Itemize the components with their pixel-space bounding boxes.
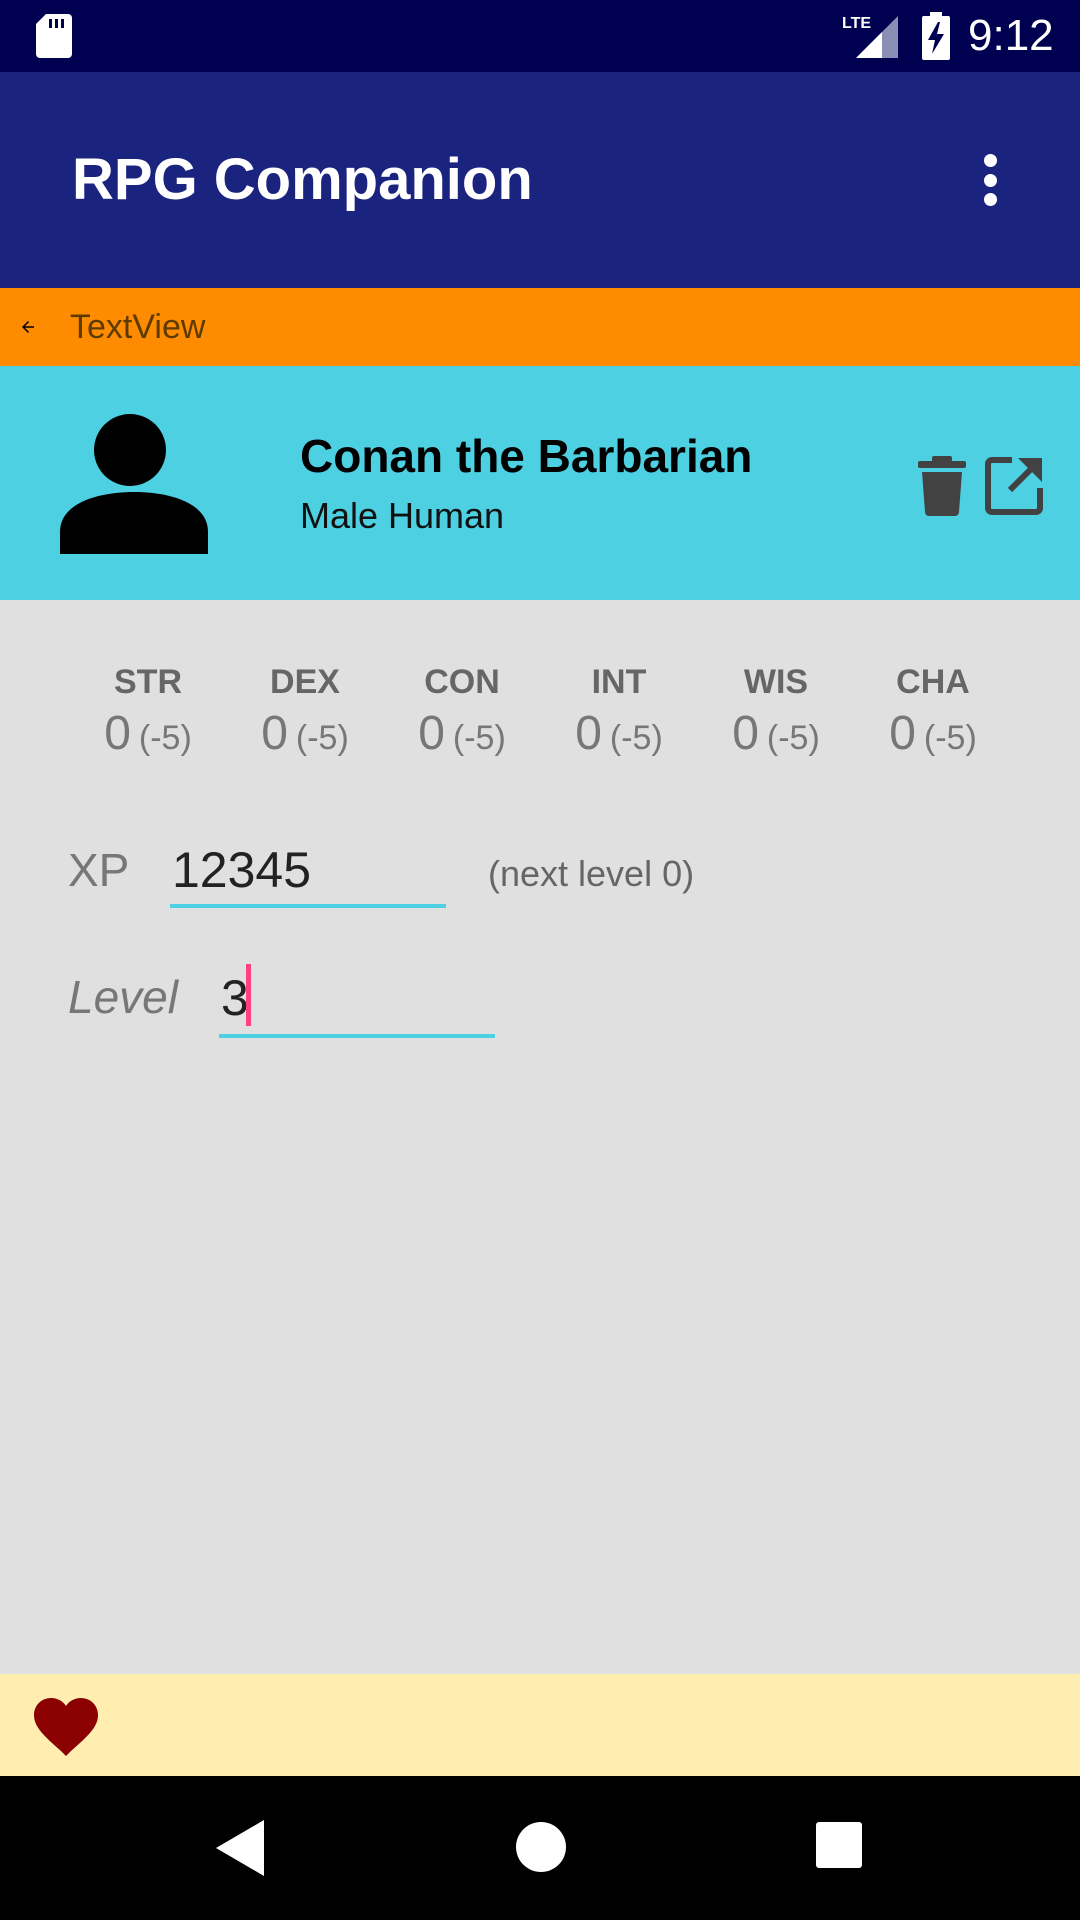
next-level-text: (next level 0) [488,853,695,894]
nav-recents-icon[interactable] [816,1822,862,1868]
stat-dex[interactable]: DEX 0 (-5) [227,660,383,764]
stat-wis[interactable]: WIS 0 (-5) [698,660,854,764]
nav-back-icon[interactable] [216,1820,264,1876]
stat-label: INT [591,663,647,701]
stat-modifier: (-5) [138,719,192,757]
text-cursor [246,964,251,1026]
stat-con[interactable]: CON 0 (-5) [384,660,540,764]
stat-modifier: (-5) [766,719,820,757]
overflow-dot [983,173,997,187]
status-bar: LTE 9:12 [0,0,1080,72]
xp-label: XP [68,844,130,896]
stat-cha[interactable]: CHA 0 (-5) [855,660,1011,764]
sub-bar: TextView [0,288,1080,366]
app-bar: RPG Companion [0,72,1080,288]
character-subtitle: Male Human [300,495,505,536]
stat-value-row: 0 (-5) [70,704,226,764]
sub-bar-text: TextView [70,308,206,346]
screen: LTE 9:12 RPG Companion TextView Conan th… [0,0,1080,1920]
character-name: Conan the Barbarian [300,430,753,482]
stat-value-row: 0 (-5) [855,704,1011,764]
stat-int[interactable]: INT 0 (-5) [541,660,697,764]
stat-value: 0 [575,707,602,760]
bottom-banner [0,1674,1080,1776]
stat-modifier: (-5) [609,719,663,757]
character-header: Conan the Barbarian Male Human [0,366,1080,600]
sd-card-icon [36,14,72,58]
stat-modifier: (-5) [923,719,977,757]
stat-label: CHA [896,663,970,701]
stat-value-row: 0 (-5) [384,704,540,764]
person-icon [60,414,208,554]
status-clock: 9:12 [968,11,1054,60]
overflow-dot [983,193,997,206]
stat-str[interactable]: STR 0 (-5) [70,660,226,764]
stat-label: CON [424,663,500,701]
stat-value: 0 [261,707,288,760]
stat-label: DEX [270,663,340,701]
stat-label: WIS [743,663,809,701]
stat-value: 0 [104,707,131,760]
stat-value-row: 0 (-5) [698,704,854,764]
stat-modifier: (-5) [295,719,349,757]
open-in-new-icon[interactable] [984,456,1044,516]
ability-stats: STR 0 (-5) DEX 0 (-5) CON 0 (-5) INT 0 (-5) … [70,660,1010,770]
arrow-back-icon[interactable] [16,315,40,339]
system-nav-bar [0,1776,1080,1920]
stat-modifier: (-5) [452,719,506,757]
app-title: RPG Companion [72,147,533,212]
delete-icon[interactable] [918,456,966,516]
nav-home-icon[interactable] [516,1822,566,1872]
stat-value-row: 0 (-5) [227,704,383,764]
lte-signal-icon: LTE [842,15,898,58]
xp-field[interactable] [170,836,446,908]
stat-value: 0 [418,707,445,760]
overflow-dot [983,154,997,167]
level-label: Level [68,971,178,1023]
more-vert-icon[interactable] [960,148,1020,212]
stat-value: 0 [889,707,916,760]
battery-charging-icon [922,12,950,60]
lte-label: LTE [842,15,871,32]
heart-icon[interactable] [34,1698,98,1756]
stat-value-row: 0 (-5) [541,704,697,764]
level-field[interactable] [219,962,495,1038]
stat-label: STR [114,663,182,701]
stat-value: 0 [732,707,759,760]
